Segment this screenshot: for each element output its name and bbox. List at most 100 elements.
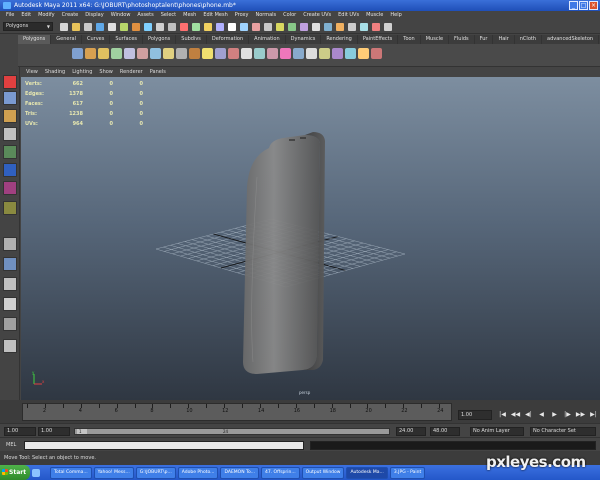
shelf-tab-ncloth[interactable]: nCloth	[515, 35, 543, 44]
shelf-polygon-tool-icon[interactable]	[306, 48, 317, 59]
toolbox-tool-icon[interactable]	[3, 339, 17, 353]
status-tool-icon[interactable]	[120, 23, 128, 31]
shelf-polygon-tool-icon[interactable]	[150, 48, 161, 59]
go-to-start-button[interactable]: |◀	[497, 410, 508, 420]
menu-modify[interactable]: Modify	[38, 11, 55, 20]
step-forward-key-button[interactable]: ▶▶	[575, 410, 586, 420]
shelf-polygon-tool-icon[interactable]	[345, 48, 356, 59]
shelf-polygon-tool-icon[interactable]	[293, 48, 304, 59]
time-slider[interactable]: 2 4 6 8 10 12 14 16 18 20 22 24	[22, 403, 452, 421]
shelf-polygon-tool-icon[interactable]	[176, 48, 187, 59]
shelf-tab-advancedskeleton[interactable]: advancedSkeleton	[542, 35, 600, 44]
menu-display[interactable]: Display	[85, 11, 103, 20]
menu-edit-uvs[interactable]: Edit UVs	[338, 11, 359, 20]
panel-menu-shading[interactable]: Shading	[45, 67, 65, 77]
shelf-polygon-tool-icon[interactable]	[280, 48, 291, 59]
toolbox-tool-icon[interactable]	[3, 297, 17, 311]
shelf-tab-polygons[interactable]: Polygons	[143, 35, 177, 44]
maximize-button[interactable]: □	[579, 1, 588, 10]
shelf-polygon-tool-icon[interactable]	[371, 48, 382, 59]
shelf-polygon-tool-icon[interactable]	[163, 48, 174, 59]
menu-mesh[interactable]: Mesh	[183, 11, 196, 20]
taskbar-item[interactable]: Output Window	[301, 466, 345, 479]
shelf-polygon-tool-icon[interactable]	[319, 48, 330, 59]
toolbox-tool-icon[interactable]	[3, 75, 17, 89]
playback-start-field[interactable]: 1.00	[38, 427, 70, 436]
taskbar-item[interactable]: Yahoo! Mess...	[93, 466, 134, 479]
shelf-tab-fluids[interactable]: Fluids	[449, 35, 475, 44]
taskbar-item[interactable]: G:\JOBURT\p...	[135, 466, 176, 479]
step-back-frame-button[interactable]: ◀|	[523, 410, 534, 420]
menu-color[interactable]: Color	[283, 11, 296, 20]
shelf-polygon-tool-icon[interactable]	[202, 48, 213, 59]
anim-layer-field[interactable]: No Anim Layer	[470, 427, 524, 436]
menu-create[interactable]: Create	[62, 11, 79, 20]
shelf-options[interactable]	[0, 35, 18, 67]
taskbar-item[interactable]: Total Comma...	[50, 466, 92, 479]
playback-end-field[interactable]: 24.00	[396, 427, 426, 436]
shelf-tab-subdivs[interactable]: Subdivs	[176, 35, 207, 44]
taskbar-item[interactable]: 47. Offsprin...	[260, 466, 300, 479]
toolbox-tool-icon[interactable]	[3, 163, 17, 177]
toolbox-tool-icon[interactable]	[3, 109, 17, 123]
minimize-button[interactable]: _	[569, 1, 578, 10]
status-tool-icon[interactable]	[300, 23, 308, 31]
status-tool-icon[interactable]	[384, 23, 392, 31]
shelf-polygon-tool-icon[interactable]	[215, 48, 226, 59]
shelf-tab-fur[interactable]: Fur	[475, 35, 494, 44]
shelf-tab-general[interactable]: General	[51, 35, 82, 44]
menu-select[interactable]: Select	[161, 11, 176, 20]
menu-create-uvs[interactable]: Create UVs	[303, 11, 331, 20]
close-button[interactable]: ×	[589, 1, 598, 10]
menu-window[interactable]: Window	[111, 11, 131, 20]
status-tool-icon[interactable]	[96, 23, 104, 31]
perspective-viewport[interactable]: Verts: 662 0 0 Edges: 1378 0 0 Faces: 617 0 0 Tri…	[21, 77, 600, 400]
status-tool-icon[interactable]	[264, 23, 272, 31]
toolbox-tool-icon[interactable]	[3, 181, 17, 195]
shelf-polygon-tool-icon[interactable]	[228, 48, 239, 59]
play-forwards-button[interactable]: ▶	[549, 410, 560, 420]
status-tool-icon[interactable]	[336, 23, 344, 31]
shelf-tab-toon[interactable]: Toon	[398, 35, 421, 44]
shelf-polygon-tool-icon[interactable]	[137, 48, 148, 59]
current-frame-field[interactable]: 1.00	[458, 410, 492, 420]
status-tool-icon[interactable]	[324, 23, 332, 31]
shelf-polygon-tool-icon[interactable]	[241, 48, 252, 59]
go-to-end-button[interactable]: ▶|	[588, 410, 599, 420]
toolbox-tool-icon[interactable]	[3, 277, 17, 291]
status-tool-icon[interactable]	[228, 23, 236, 31]
status-tool-icon[interactable]	[192, 23, 200, 31]
shelf-polygon-tool-icon[interactable]	[124, 48, 135, 59]
taskbar-item[interactable]: Adobe Photo...	[177, 466, 219, 479]
shelf-polygon-tool-icon[interactable]	[267, 48, 278, 59]
status-tool-icon[interactable]	[72, 23, 80, 31]
panel-menu-panels[interactable]: Panels	[150, 67, 166, 77]
status-tool-icon[interactable]	[216, 23, 224, 31]
toolbox-tool-icon[interactable]	[3, 145, 17, 159]
shelf-tab-surfaces[interactable]: Surfaces	[110, 35, 143, 44]
panel-menu-lighting[interactable]: Lighting	[72, 67, 92, 77]
shelf-polygon-tool-icon[interactable]	[98, 48, 109, 59]
window-title-bar[interactable]: Autodesk Maya 2011 x64: G:\JOBURT\photos…	[0, 0, 600, 11]
status-tool-icon[interactable]	[312, 23, 320, 31]
toolbox-tool-icon[interactable]	[3, 127, 17, 141]
shelf-polygon-tool-icon[interactable]	[189, 48, 200, 59]
mel-command-input[interactable]	[24, 441, 304, 450]
shelf-tab-curves[interactable]: Curves	[82, 35, 111, 44]
menu-edit-mesh[interactable]: Edit Mesh	[203, 11, 227, 20]
mel-label[interactable]: MEL	[6, 441, 16, 449]
status-tool-icon[interactable]	[84, 23, 92, 31]
shelf-polygon-tool-icon[interactable]	[111, 48, 122, 59]
status-tool-icon[interactable]	[108, 23, 116, 31]
taskbar-item[interactable]: Autodesk Ma...	[346, 466, 388, 479]
shelf-tab-dynamics[interactable]: Dynamics	[286, 35, 322, 44]
menu-set-select[interactable]: Polygons	[3, 22, 53, 31]
menu-edit[interactable]: Edit	[21, 11, 31, 20]
status-tool-icon[interactable]	[144, 23, 152, 31]
toolbox-tool-icon[interactable]	[3, 237, 17, 251]
shelf-polygon-tool-icon[interactable]	[332, 48, 343, 59]
panel-menu-show[interactable]: Show	[99, 67, 113, 77]
step-back-key-button[interactable]: ◀◀	[510, 410, 521, 420]
step-forward-frame-button[interactable]: |▶	[562, 410, 573, 420]
shelf-tab-polygons[interactable]: Polygons	[18, 35, 52, 44]
